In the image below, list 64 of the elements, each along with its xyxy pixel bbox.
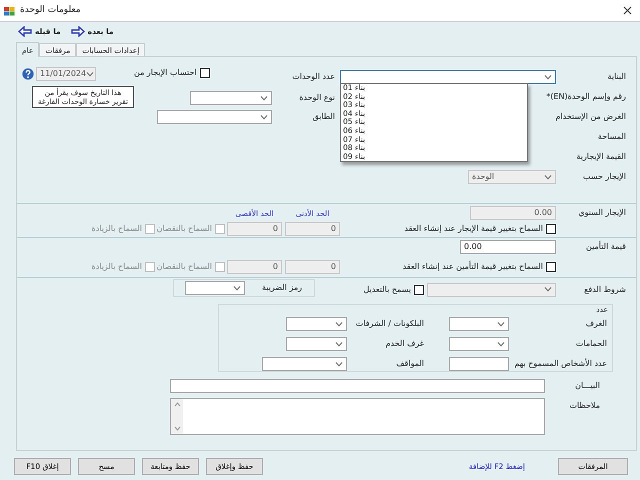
checkbox-label: السماح بتغيير قيمة التأمين عند إنشاء العقد (402, 262, 543, 272)
field-label: الإيجار السنوي (577, 208, 626, 218)
dropdown[interactable] (190, 91, 272, 105)
field-label: البلكونات / الشرفات (354, 319, 424, 329)
arrow-icon (70, 26, 85, 37)
input-field[interactable] (170, 379, 545, 393)
checkbox-label: السماح بالنقصان (156, 262, 212, 272)
field-label: الحمامات (574, 339, 608, 349)
caret-icon (335, 362, 343, 366)
field-label: ملاحظات (568, 401, 601, 411)
checkbox[interactable] (546, 262, 556, 272)
checkbox-label: السماح بالزيادة (92, 262, 142, 272)
notes-field[interactable] (170, 398, 545, 435)
field-label: شروط الدفع (583, 284, 626, 294)
field-label: رقم وإسم الوحدة(EN)* (546, 92, 626, 102)
field-label: رمز الضريبة (262, 283, 302, 293)
field-label: الغرض من الإستخدام (555, 112, 626, 122)
caret-icon (544, 287, 552, 292)
dropdown[interactable] (262, 357, 347, 371)
app-icon (4, 6, 15, 16)
caret-icon (497, 342, 505, 346)
dropdown[interactable] (286, 337, 347, 351)
caret-icon (260, 114, 268, 120)
field-label: الإيجار حسب (582, 172, 626, 182)
field-label: القيمة الإيجارية (576, 152, 626, 162)
field-label: البيـــان (574, 381, 601, 391)
dropdown[interactable] (157, 110, 272, 124)
caret-icon (544, 74, 552, 80)
field-label: قيمة التأمين (585, 242, 626, 252)
field-label: غرف الخدم (384, 339, 424, 349)
caret-icon (335, 322, 343, 326)
caret-icon (497, 322, 505, 326)
scroll-down-icon (174, 426, 180, 431)
caret-icon (335, 342, 343, 346)
field-label: المواقف (395, 359, 424, 369)
arrow-icon (18, 26, 32, 37)
field-label: نوع الوحدة (298, 93, 335, 103)
field-label: الطابق (311, 112, 335, 122)
checkbox[interactable] (200, 68, 210, 78)
caret-icon (260, 96, 268, 100)
checkbox-label: يسمح بالتعديل (363, 284, 411, 294)
field-label: الغرف (584, 319, 608, 329)
dropdown[interactable] (286, 317, 347, 331)
scroll-up-icon (174, 402, 180, 407)
dropdown[interactable] (185, 281, 245, 295)
close-icon (623, 6, 632, 15)
window-title: معلومات الوحدة (20, 5, 81, 16)
caret-icon (544, 174, 552, 180)
help-icon (22, 68, 34, 80)
checkbox-label: السماح بتغيير قيمة الإيجار عند إنشاء العقد (404, 224, 543, 234)
checkbox-label: السماح بالزيادة (92, 224, 142, 234)
caret-icon (233, 286, 241, 290)
caret-icon (86, 72, 94, 76)
checkbox-label: احتساب الإيجار من (134, 68, 197, 78)
checkbox-label: السماح بالنقصان (156, 224, 212, 234)
dropdown[interactable] (340, 70, 556, 84)
field-label: البناية (606, 72, 626, 82)
field-label: عدد الوحدات (291, 72, 335, 82)
input-field[interactable] (449, 357, 509, 371)
field-label: عدد الأشخاص المسموح بهم (513, 359, 608, 369)
dropdown[interactable] (449, 317, 509, 331)
field-label: المساحة (598, 132, 626, 142)
dropdown[interactable] (449, 337, 509, 351)
input-field[interactable]: 0.00 (460, 240, 556, 254)
